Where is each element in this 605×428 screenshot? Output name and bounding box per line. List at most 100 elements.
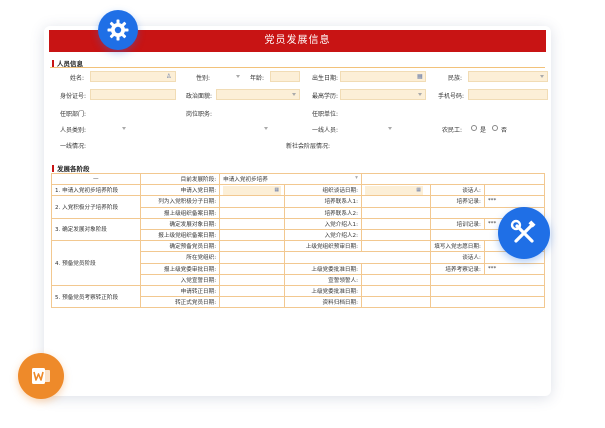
table-cell <box>483 184 546 197</box>
table-row: 5. 预备党员考察转正阶段 申请转正日期: 上级党委批准日期: <box>51 284 545 309</box>
frontline-label: 一线人员: <box>312 127 339 134</box>
stage-name: 2. 入党积极分子培养阶段 <box>51 195 141 219</box>
table-cell[interactable] <box>219 251 286 264</box>
word-document-icon[interactable] <box>18 353 64 399</box>
date-input[interactable]: ▦ <box>364 185 423 195</box>
chevron-down-icon <box>418 93 422 96</box>
calendar-icon[interactable]: ▦ <box>274 186 279 195</box>
stage-name: 3. 确定发展对象阶段 <box>51 217 141 242</box>
farmer-label: 农民工: <box>442 127 463 134</box>
ethnic-select[interactable] <box>468 71 548 82</box>
stages-table: — 目前发展阶段: 申请入党初步培养 ▾ 1. 申请入党初步培养阶段 申请入党日期… <box>51 172 546 309</box>
stage-field-label: 宣誓领誓人: <box>284 273 362 286</box>
table-cell[interactable] <box>219 228 286 242</box>
farmer-yes-radio[interactable] <box>471 125 477 131</box>
frontline-select[interactable] <box>340 123 420 134</box>
stage-field-label: 谈话人: <box>430 184 485 197</box>
idcard-input[interactable] <box>90 89 176 100</box>
farmer-no-radio[interactable] <box>492 125 498 131</box>
gender-label: 性别: <box>196 75 211 82</box>
form-card: 党员发展信息 人员信息 姓名: ♙ 性别: 年龄: 出生日期: ▦ 民族: 身份… <box>44 26 551 396</box>
category-select[interactable] <box>90 123 170 134</box>
table-cell[interactable] <box>360 195 432 208</box>
date-input[interactable]: ▦ <box>223 185 282 195</box>
frontline-status-label: 一线情况: <box>60 143 87 150</box>
gear-icon-glyph <box>107 19 129 41</box>
section-stages-title: 发展各阶段 <box>57 165 90 173</box>
table-cell[interactable] <box>219 240 286 253</box>
calendar-icon[interactable]: ▦ <box>417 71 423 82</box>
chevron-down-icon <box>540 75 544 78</box>
table-cell[interactable] <box>219 284 286 298</box>
section-stages: 发展各阶段 <box>52 163 90 173</box>
gear-icon[interactable] <box>98 10 138 50</box>
calendar-icon[interactable]: ▦ <box>416 186 421 195</box>
stage-field-label: 所在党组织: <box>139 251 221 264</box>
table-cell[interactable] <box>219 273 286 286</box>
date-input-cell[interactable]: ▦ <box>219 184 286 197</box>
stage-field-label: 上级党组织预审日期: <box>284 240 362 253</box>
stage-field-label: 入党介绍人2: <box>284 228 362 242</box>
tools-icon[interactable] <box>498 207 550 259</box>
stage-field-label: 申请入党日期: <box>139 184 221 197</box>
record-link[interactable]: *** <box>483 195 546 208</box>
stage-field-label: 确定预备党员日期: <box>139 240 221 253</box>
table-cell[interactable] <box>360 228 432 242</box>
table-cell[interactable] <box>219 262 286 275</box>
birth-label: 出生日期: <box>312 75 339 82</box>
person-icon[interactable]: ♙ <box>166 71 171 82</box>
table-cell <box>430 273 545 286</box>
phone-input[interactable] <box>468 89 548 100</box>
table-cell[interactable] <box>219 206 286 219</box>
age-input[interactable] <box>270 71 300 82</box>
app-canvas: 党员发展信息 人员信息 姓名: ♙ 性别: 年龄: 出生日期: ▦ 民族: 身份… <box>0 0 605 428</box>
chevron-down-icon <box>292 93 296 96</box>
chevron-down-icon <box>236 75 240 78</box>
table-row: 2. 入党积极分子培养阶段 列为入党积极分子日期: 培养联系人1: 培养记录: … <box>51 195 546 219</box>
position-label: 岗位职务: <box>186 111 213 118</box>
political-select[interactable] <box>216 89 300 100</box>
stage-name: 4. 预备党员阶段 <box>51 240 141 286</box>
table-cell[interactable] <box>360 273 432 286</box>
education-select[interactable] <box>340 89 426 100</box>
stage-name: 1. 申请入党初步培养阶段 <box>51 184 141 197</box>
table-cell[interactable] <box>360 296 432 309</box>
stage-field-label: 培养联系人2: <box>284 206 362 219</box>
table-cell[interactable] <box>219 217 286 230</box>
birth-date-input[interactable] <box>340 71 426 82</box>
new-social-label: 新社会阶层情况: <box>286 143 331 150</box>
tools-icon-glyph <box>510 219 536 243</box>
record-link[interactable]: *** <box>483 262 546 275</box>
table-cell <box>284 251 432 264</box>
table-cell[interactable] <box>219 296 286 309</box>
current-stage-value: 申请入党初步培养 <box>223 177 268 184</box>
section-divider <box>50 67 545 68</box>
stage-header-dash: — <box>51 172 141 186</box>
stage-field-label: 谈话人: <box>430 251 485 264</box>
table-cell[interactable] <box>360 240 432 253</box>
table-row: 4. 预备党员阶段 确定预备党员日期: 上级党组织预审日期: 填写入党志愿日期: <box>51 240 546 286</box>
name-input[interactable] <box>90 71 176 82</box>
table-row: 3. 确定发展对象阶段 确定发展对象日期: 入党介绍人1: 培训记录: *** <box>51 217 546 242</box>
date-input-cell[interactable]: ▦ <box>360 184 432 197</box>
stage-field-label: 上级党委批准日期: <box>284 262 362 275</box>
table-cell[interactable] <box>360 206 432 219</box>
education-label: 最高学历: <box>312 93 339 100</box>
phone-label: 手机号码: <box>438 93 465 100</box>
table-cell[interactable] <box>360 284 432 298</box>
stage-field-label: 报上级党委审批日期: <box>139 262 221 275</box>
stage-field-label: 报上级党组织备案日期: <box>139 228 221 242</box>
chevron-down-icon <box>122 127 126 130</box>
stage-field-label: 培养记录: <box>430 195 485 208</box>
current-stage-label: 目前发展阶段: <box>139 172 221 186</box>
table-cell[interactable] <box>360 262 432 275</box>
current-stage-select[interactable]: 申请入党初步培养 ▾ <box>219 172 362 186</box>
age-label: 年龄: <box>250 75 265 82</box>
section-marker <box>52 164 54 172</box>
chevron-down-icon <box>264 127 268 130</box>
stage-field-label: 填写入党志愿日期: <box>430 240 485 253</box>
table-cell[interactable] <box>360 217 432 230</box>
stage-field-label: 资料归档日期: <box>284 296 362 309</box>
stage-field-label: 培养联系人1: <box>284 195 362 208</box>
table-cell[interactable] <box>219 195 286 208</box>
